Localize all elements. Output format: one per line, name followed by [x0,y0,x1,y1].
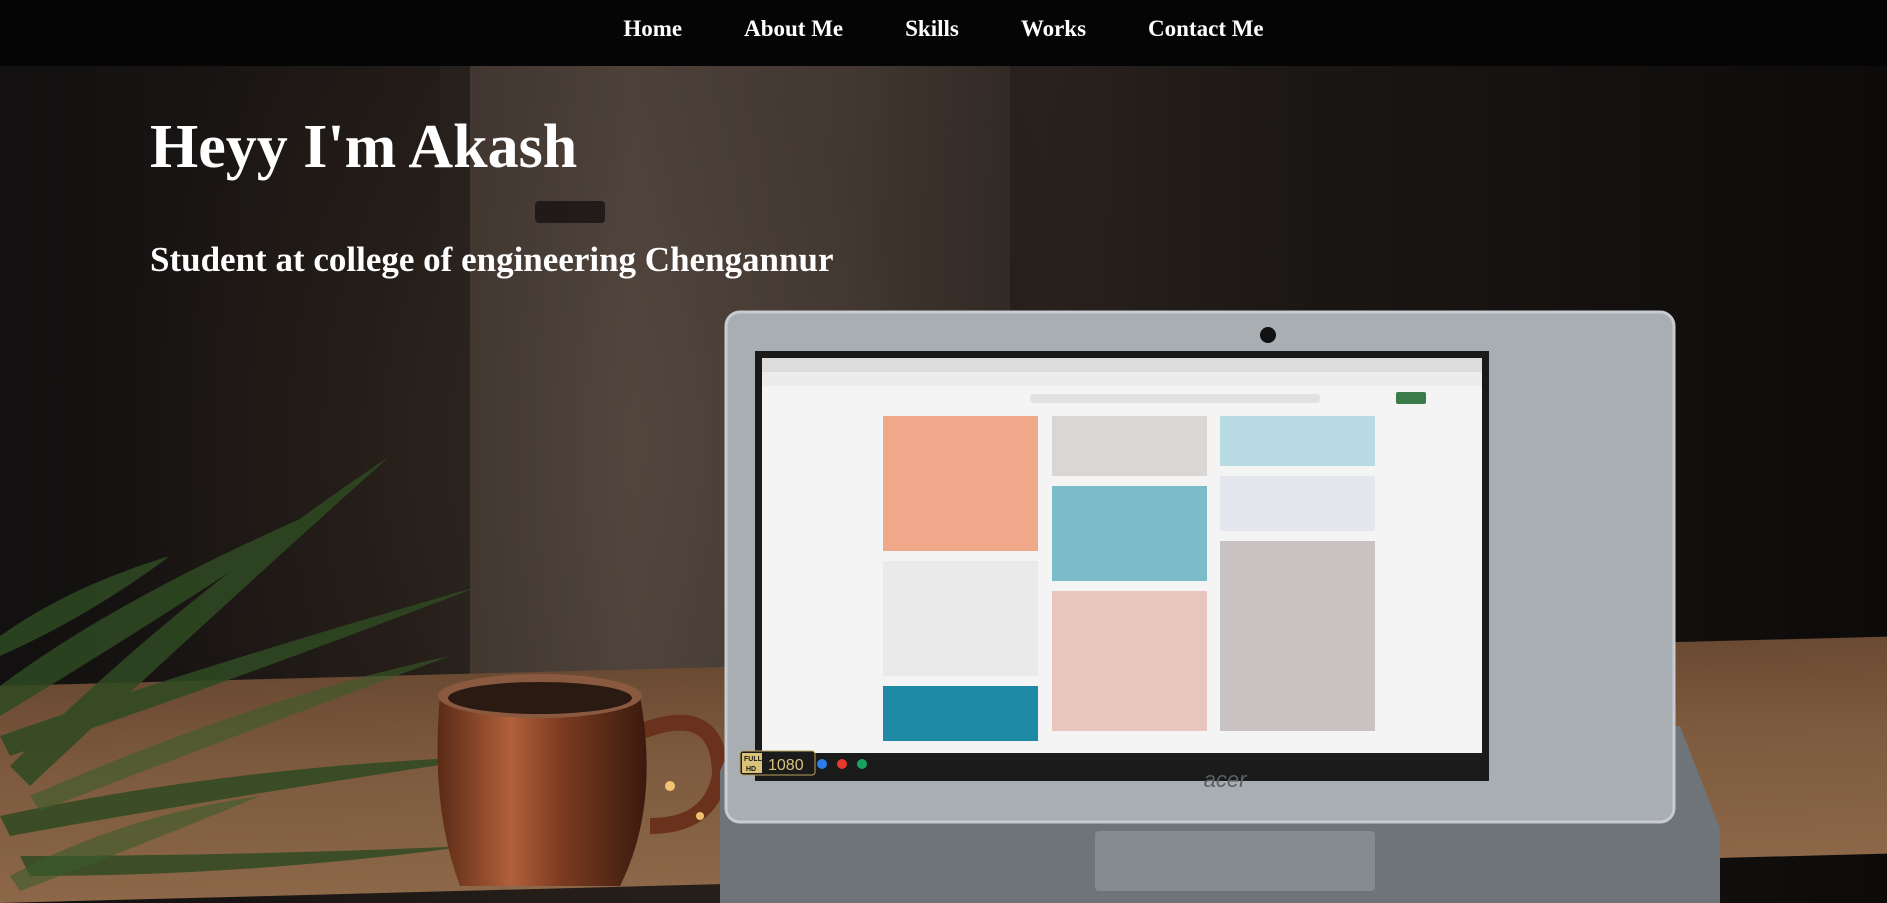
hd-badge-hd: HD [746,766,756,773]
nav-link-contact-me[interactable]: Contact Me [1117,16,1295,42]
laptop-brand-logo: acer [1204,767,1248,792]
hd-badge-resolution: 1080 [768,757,804,774]
nav-links: Home About Me Skills Works Contact Me [0,0,1887,58]
top-navbar: Home About Me Skills Works Contact Me [0,0,1887,66]
nav-link-home[interactable]: Home [592,16,713,42]
hd-badge-full: FULL [744,756,763,763]
hero-subtitle: Student at college of engineering Chenga… [150,240,834,279]
hero-section: FULL HD 1080 acer Heyy I'm Akash Student… [0,66,1887,903]
nav-link-skills[interactable]: Skills [874,16,990,42]
copper-mug-illustration [437,674,729,886]
nav-link-about-me[interactable]: About Me [713,16,874,42]
door-handle-illustration [535,201,605,223]
hero-title: Heyy I'm Akash [150,113,578,181]
nav-link-works[interactable]: Works [990,16,1117,42]
laptop-illustration: FULL HD 1080 acer [720,310,1720,903]
